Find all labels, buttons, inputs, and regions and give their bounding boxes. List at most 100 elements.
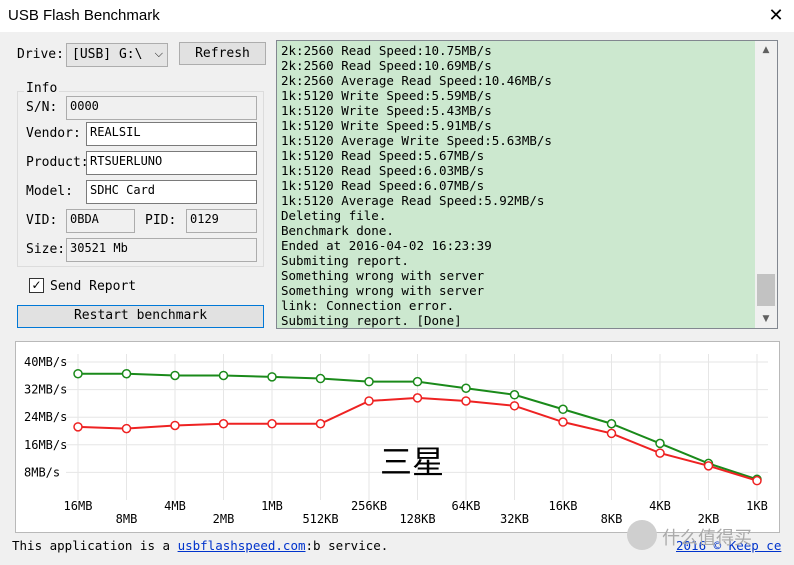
close-icon[interactable]: ✕ xyxy=(758,0,794,32)
scroll-down-icon[interactable]: ▼ xyxy=(755,310,777,328)
model-label: Model: xyxy=(26,184,73,199)
vendor-field[interactable]: REALSIL xyxy=(86,122,257,146)
data-point xyxy=(606,428,617,439)
y-tick-label: 16MB/s xyxy=(24,438,67,452)
x-tick-label: 32KB xyxy=(500,512,529,526)
x-tick-label: 512KB xyxy=(302,512,338,526)
data-point xyxy=(121,423,132,434)
log-line: link: Connection error. xyxy=(281,298,455,313)
log-line: Ended at 2016-04-02 16:23:39 xyxy=(281,238,492,253)
vid-label: VID: xyxy=(26,213,58,228)
pid-field: 0129 xyxy=(186,209,257,233)
y-tick-label: 8MB/s xyxy=(24,465,60,479)
log-line: 1k:5120 Average Read Speed:5.92MB/s xyxy=(281,193,545,208)
x-tick-label: 1KB xyxy=(746,499,768,513)
data-point xyxy=(509,390,520,400)
pid-label: PID: xyxy=(145,213,177,228)
data-point xyxy=(412,393,423,403)
data-point xyxy=(170,420,180,431)
sn-label: S/N: xyxy=(26,100,58,115)
data-point xyxy=(655,438,665,449)
data-point xyxy=(315,373,326,384)
log-lines: 2k:2560 Read Speed:10.75MB/s 2k:2560 Read… xyxy=(281,43,755,328)
log-line: 1k:5120 Average Write Speed:5.63MB/s xyxy=(281,133,552,148)
x-tick-label: 2MB xyxy=(213,512,235,526)
log-line: Benchmark done. xyxy=(281,223,394,238)
chart-annotation: 三星 xyxy=(380,443,444,481)
data-point xyxy=(170,370,180,381)
data-point xyxy=(703,461,714,471)
vendor-label: Vendor: xyxy=(26,126,81,141)
data-point xyxy=(267,372,277,382)
product-field[interactable]: RTSUERLUNO xyxy=(86,151,257,175)
checkmark-icon: ✓ xyxy=(31,278,42,292)
x-tick-label: 4KB xyxy=(649,499,671,513)
scroll-up-icon[interactable]: ▲ xyxy=(755,41,777,59)
data-point xyxy=(558,417,568,427)
drive-select[interactable]: [USB] G:\ ⌵ xyxy=(66,43,168,67)
log-line: 1k:5120 Read Speed:6.03MB/s xyxy=(281,163,485,178)
log-line: 2k:2560 Average Read Speed:10.46MB/s xyxy=(281,73,552,88)
log-line: Submiting report. xyxy=(281,253,409,268)
log-scrollbar[interactable]: ▲ ▼ xyxy=(755,41,777,328)
restart-benchmark-button[interactable]: Restart benchmark xyxy=(17,305,264,328)
log-line: 1k:5120 Write Speed:5.43MB/s xyxy=(281,103,492,118)
data-point xyxy=(121,368,132,379)
data-point xyxy=(73,422,83,432)
x-tick-label: 16KB xyxy=(549,499,578,513)
x-tick-label: 8KB xyxy=(601,512,623,526)
title-bar: USB Flash Benchmark ✕ xyxy=(0,0,794,32)
log-textarea[interactable]: 2k:2560 Read Speed:10.75MB/s 2k:2560 Read… xyxy=(276,40,778,329)
data-point xyxy=(315,419,326,429)
product-label: Product: xyxy=(26,155,89,170)
data-point xyxy=(412,376,423,387)
log-line: Something wrong with server xyxy=(281,283,485,298)
log-line: Deleting file. xyxy=(281,208,387,223)
model-field[interactable]: SDHC Card xyxy=(86,180,257,204)
y-tick-label: 24MB/s xyxy=(24,410,67,424)
info-group-title: Info xyxy=(24,81,60,96)
data-point xyxy=(606,419,617,429)
drive-label: Drive: xyxy=(17,47,64,62)
refresh-button[interactable]: Refresh xyxy=(179,42,266,65)
x-tick-label: 64KB xyxy=(452,499,481,513)
chevron-down-icon: ⌵ xyxy=(154,47,163,60)
x-tick-label: 16MB xyxy=(64,499,93,513)
y-tick-label: 32MB/s xyxy=(24,383,67,397)
x-tick-label: 8MB xyxy=(116,512,138,526)
vid-field: 0BDA xyxy=(66,209,135,233)
watermark-logo-icon xyxy=(627,520,657,550)
send-report-label[interactable]: Send Report xyxy=(50,279,136,294)
data-point xyxy=(752,475,762,486)
log-line: 2k:2560 Read Speed:10.69MB/s xyxy=(281,58,492,73)
data-point xyxy=(461,383,471,393)
x-tick-label: 1MB xyxy=(261,499,283,513)
data-point xyxy=(558,404,568,415)
watermark-text: 什么值得买 xyxy=(662,528,752,549)
data-point xyxy=(364,396,374,406)
speed-chart: 40MB/s 32MB/s 24MB/s 16MB/s 8MB/s 16MB 8MB 4MB 2… xyxy=(24,354,768,526)
footer-link[interactable]: usbflashspeed.com xyxy=(178,538,306,553)
log-line: Submiting report. [Done] xyxy=(281,313,462,328)
footer-text: This application is a usbflashspeed.com:… xyxy=(12,538,388,553)
scroll-thumb[interactable] xyxy=(757,274,775,306)
chart-panel: 40MB/s 32MB/s 24MB/s 16MB/s 8MB/s 16MB 8MB 4MB 2… xyxy=(15,341,780,533)
data-point xyxy=(364,376,374,387)
log-line: 2k:2560 Read Speed:10.75MB/s xyxy=(281,43,492,58)
data-point xyxy=(218,419,229,429)
footer-suffix: :b service. xyxy=(305,538,389,553)
x-tick-label: 256KB xyxy=(351,499,387,513)
x-tick-label: 128KB xyxy=(399,512,435,526)
log-line: 1k:5120 Write Speed:5.91MB/s xyxy=(281,118,492,133)
x-tick-label: 4MB xyxy=(164,499,186,513)
data-point xyxy=(655,448,665,458)
sn-field: 0000 xyxy=(66,96,257,120)
window-title: USB Flash Benchmark xyxy=(8,7,160,24)
data-point xyxy=(73,368,83,379)
log-line: 1k:5120 Read Speed:5.67MB/s xyxy=(281,148,485,163)
log-line: 1k:5120 Write Speed:5.59MB/s xyxy=(281,88,492,103)
data-point xyxy=(218,370,229,381)
send-report-checkbox[interactable]: ✓ xyxy=(29,278,44,293)
log-line: Something wrong with server xyxy=(281,268,485,283)
footer-prefix: This application is a xyxy=(12,538,178,553)
